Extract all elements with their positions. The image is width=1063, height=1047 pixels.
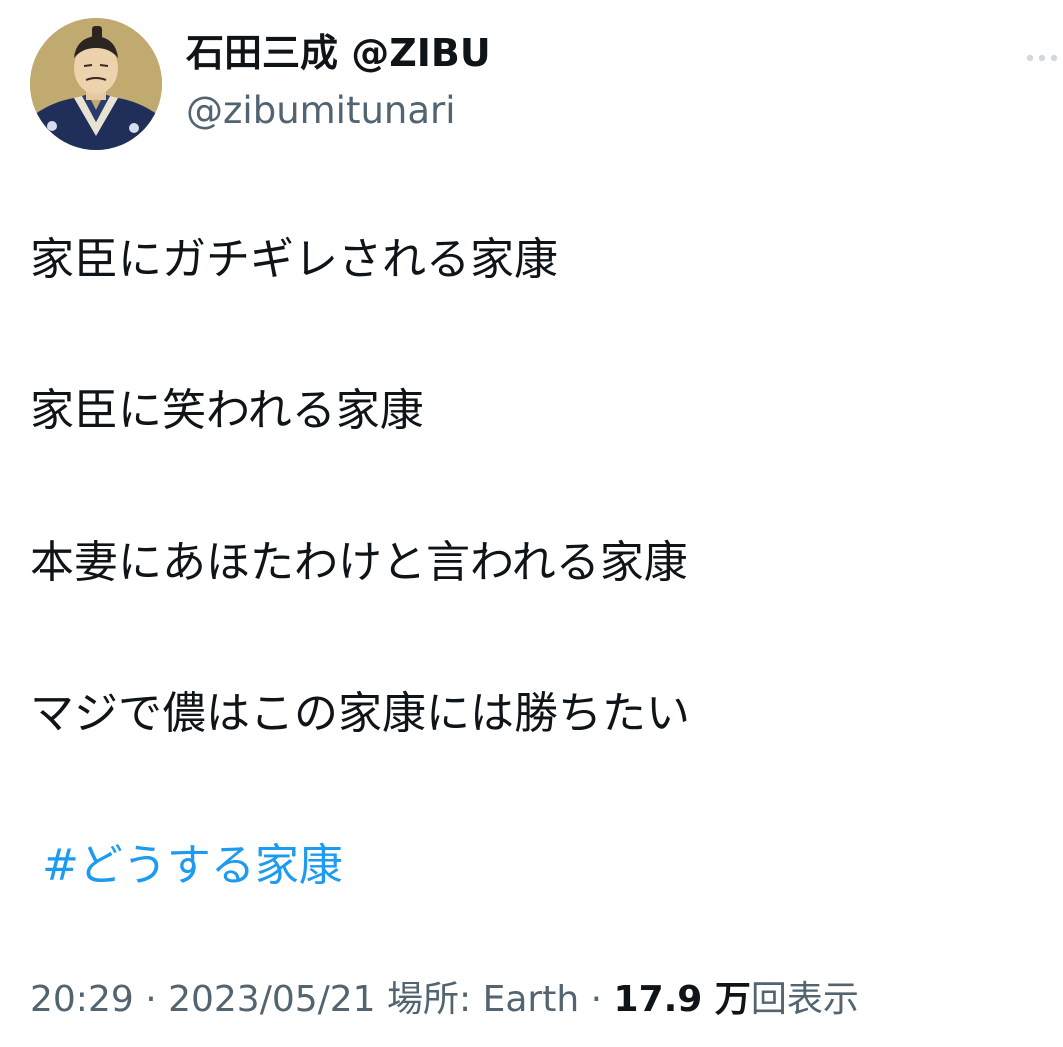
samurai-portrait-icon [30, 18, 162, 150]
views-label: 回表示 [750, 979, 859, 1020]
hashtag-link[interactable]: #どうする家康 [42, 844, 343, 888]
tweet-time: 20:29 [30, 979, 134, 1020]
meta-separator: · [579, 979, 614, 1020]
tweet-text-line: 家臣にガチギレされる家康 [30, 234, 558, 285]
tweet-meta: 20:29 · 2023/05/21 場所: Earth · 17.9 万回表示 [30, 982, 859, 1018]
tweet-text-line: 本妻にあほたわけと言われる家康 [30, 537, 688, 588]
meta-separator: · [133, 979, 169, 1020]
more-dots-icon [1026, 54, 1058, 62]
views-count: 17.9 万 [613, 979, 751, 1020]
tweet-text-line: マジで儂はこの家康には勝ちたい [30, 688, 690, 739]
location-value: Earth [482, 979, 580, 1020]
author-display-name[interactable]: 石田三成 @ZIBU [186, 34, 491, 72]
author-handle[interactable]: @zibumitunari [186, 92, 456, 129]
location-label: 場所: [387, 979, 483, 1020]
tweet-timestamp[interactable]: 20:29 · 2023/05/21 [30, 979, 376, 1020]
tweet: 石田三成 @ZIBU @zibumitunari 家臣にガチギレされる家康 家臣… [0, 0, 1063, 1047]
tweet-date: 2023/05/21 [168, 979, 376, 1020]
tweet-text-line: 家臣に笑われる家康 [30, 385, 424, 436]
more-options-button[interactable] [1022, 40, 1062, 76]
avatar[interactable] [30, 18, 162, 150]
